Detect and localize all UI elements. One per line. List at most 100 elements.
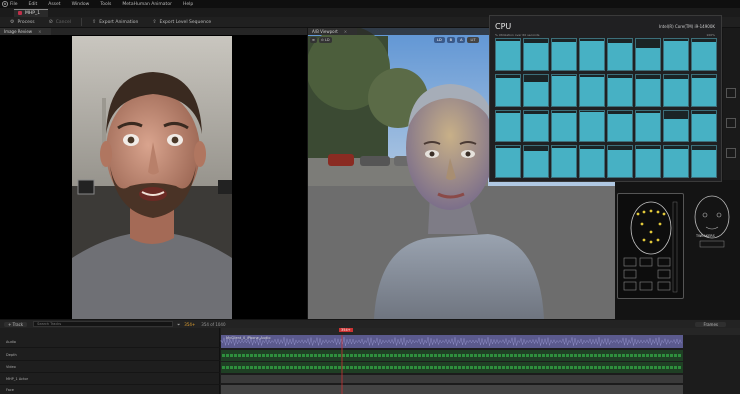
viewport-camera-button[interactable]: ⊙ LD xyxy=(318,37,332,43)
cpu-core-fill xyxy=(692,42,716,70)
track-row-audio[interactable]: Audio xyxy=(0,337,220,348)
cpu-core-graph xyxy=(551,109,577,143)
frame-marker xyxy=(282,354,285,357)
face-clip[interactable] xyxy=(221,385,683,394)
frame-marker xyxy=(366,354,369,357)
frame-marker xyxy=(442,366,445,369)
menu-tools[interactable]: Tools xyxy=(100,2,111,7)
frame-marker xyxy=(254,366,257,369)
cpu-core-graph xyxy=(635,109,661,143)
cpu-core-graph xyxy=(663,73,689,107)
cpu-core-fill xyxy=(664,119,688,142)
frame-marker xyxy=(362,354,365,357)
frame-marker xyxy=(394,354,397,357)
frame-marker xyxy=(482,354,485,357)
frames-dropdown[interactable]: Frames xyxy=(695,321,726,327)
track-row-depth[interactable]: Depth xyxy=(0,350,220,361)
menu-edit[interactable]: Edit xyxy=(29,2,38,7)
view-option-icon[interactable] xyxy=(726,88,736,98)
frame-marker xyxy=(318,366,321,369)
viewport-close-icon[interactable]: × xyxy=(344,29,347,34)
export-level-sequence-button[interactable]: ⇪ Export Level Sequence xyxy=(152,19,211,25)
cpu-core-fill xyxy=(608,149,632,177)
frame-marker xyxy=(358,366,361,369)
tab-mhp[interactable]: MHP_1 xyxy=(14,8,49,17)
ab-badge-2[interactable]: A xyxy=(457,37,466,43)
frame-marker xyxy=(374,354,377,357)
viewport-menu-icon[interactable]: ≡ xyxy=(310,37,317,43)
frame-marker xyxy=(486,366,489,369)
frame-marker xyxy=(342,354,345,357)
frame-marker xyxy=(354,366,357,369)
frame-marker xyxy=(306,366,309,369)
cpu-core-fill xyxy=(552,112,576,142)
frame-marker xyxy=(490,354,493,357)
frame-marker xyxy=(290,366,293,369)
frame-marker xyxy=(242,366,245,369)
filter-icon[interactable]: ⏷ xyxy=(177,322,180,327)
viewport-title: A/B Viewport xyxy=(312,29,338,34)
cpu-core-graph xyxy=(523,109,549,143)
frame-marker xyxy=(414,366,417,369)
frame-marker xyxy=(338,366,341,369)
frame-marker xyxy=(618,354,621,357)
time-ruler[interactable]: 354+ xyxy=(221,328,740,335)
viewport-tab[interactable]: A/B Viewport × xyxy=(308,28,358,35)
ab-badge-1[interactable]: B xyxy=(446,37,456,43)
cpu-core-graph xyxy=(691,109,717,143)
frame-marker xyxy=(322,354,325,357)
actor-clip[interactable] xyxy=(221,375,683,383)
add-track-button[interactable]: + Track xyxy=(4,321,28,327)
frame-marker xyxy=(570,366,573,369)
track-label: Depth xyxy=(6,353,17,357)
frame-marker xyxy=(370,366,373,369)
view-option-icon[interactable] xyxy=(726,118,736,128)
frame-marker xyxy=(534,366,537,369)
ab-badge-3[interactable]: LIT xyxy=(467,37,479,43)
menu-file[interactable]: File xyxy=(10,2,18,7)
search-tracks-input[interactable]: Search Tracks xyxy=(33,321,174,327)
frame-marker xyxy=(486,354,489,357)
frame-marker xyxy=(642,366,645,369)
unreal-logo-icon xyxy=(0,0,10,8)
frame-marker xyxy=(242,354,245,357)
frame-marker xyxy=(526,366,529,369)
frame-marker xyxy=(382,366,385,369)
frame-marker xyxy=(254,354,257,357)
menu-metahuman-animator[interactable]: MetaHuman Animator xyxy=(122,2,172,7)
frame-marker xyxy=(270,366,273,369)
track-row-actor[interactable]: MHP_1 Actor xyxy=(0,374,220,385)
frame-marker xyxy=(406,366,409,369)
cpu-core-fill xyxy=(524,43,548,70)
track-row-face[interactable]: Face xyxy=(0,385,220,394)
cpu-core-fill xyxy=(608,42,632,70)
menu-help[interactable]: Help xyxy=(183,2,193,7)
tweakers-face-outline[interactable]: TWEAKERS xyxy=(688,193,736,255)
export-animation-button[interactable]: ⇪ Export Animation xyxy=(92,19,138,25)
frame-marker xyxy=(450,354,453,357)
process-button[interactable]: ⚙ Process xyxy=(10,19,35,25)
cpu-core-graph xyxy=(495,38,521,71)
audio-clip[interactable] xyxy=(221,335,683,348)
frame-marker xyxy=(602,366,605,369)
playhead-marker[interactable]: 354+ xyxy=(339,328,353,332)
ab-badge-0[interactable]: LD xyxy=(434,37,445,43)
image-review-tab[interactable]: Image Review × xyxy=(0,28,52,35)
frame-marker xyxy=(334,366,337,369)
cpu-core-fill xyxy=(608,77,632,106)
frame-marker xyxy=(634,354,637,357)
frame-marker xyxy=(662,354,665,357)
cpu-core-fill xyxy=(692,113,716,142)
face-control-board[interactable] xyxy=(617,193,684,299)
view-option-icon[interactable] xyxy=(726,148,736,158)
close-icon[interactable]: × xyxy=(38,29,41,34)
toolbar-divider xyxy=(81,18,83,26)
frame-marker xyxy=(314,354,317,357)
track-row-video[interactable]: Video xyxy=(0,362,220,373)
frame-marker xyxy=(530,354,533,357)
menu-window[interactable]: Window xyxy=(72,2,90,7)
cancel-button[interactable]: ⊘ Cancel xyxy=(49,19,71,25)
frame-marker xyxy=(234,354,237,357)
frame-marker xyxy=(430,366,433,369)
menu-asset[interactable]: Asset xyxy=(48,2,60,7)
